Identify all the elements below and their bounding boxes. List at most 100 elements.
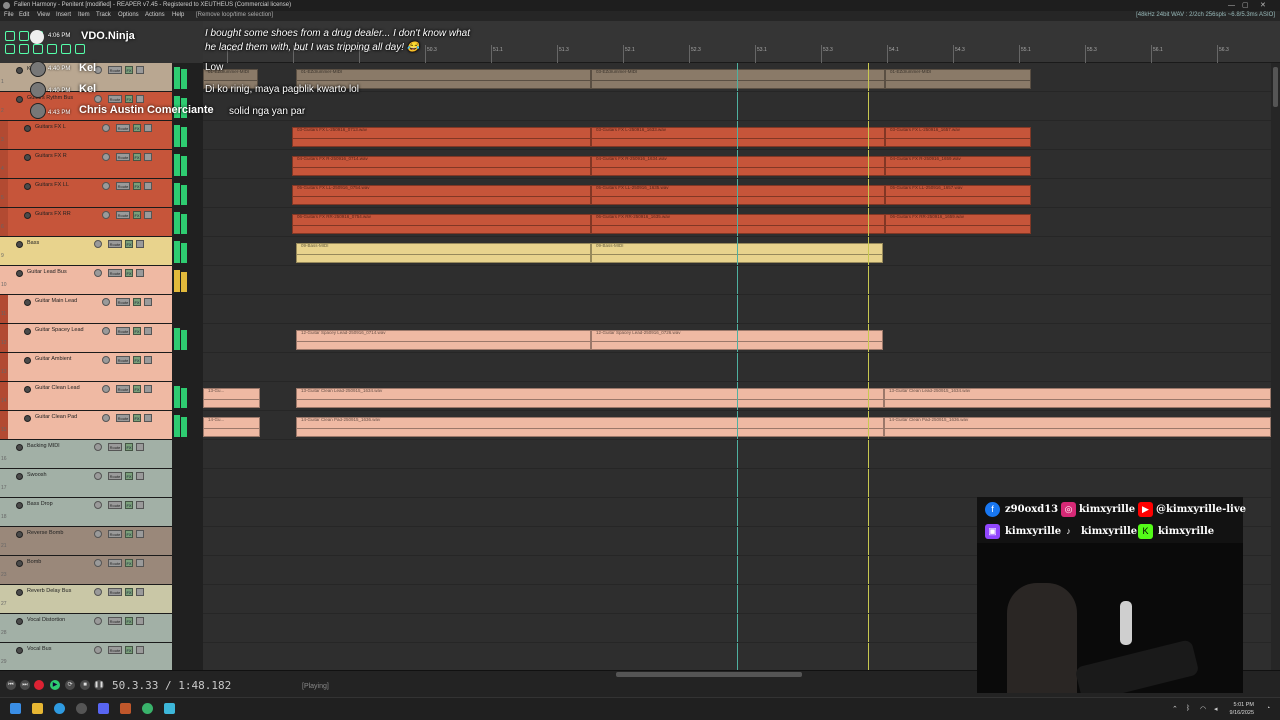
route-button[interactable]: Route <box>108 501 122 509</box>
record-arm-button[interactable] <box>16 502 23 509</box>
envelope-button[interactable] <box>144 124 152 132</box>
volume-knob[interactable] <box>94 530 102 538</box>
record-arm-button[interactable] <box>24 125 31 132</box>
volume-knob[interactable] <box>94 95 102 103</box>
track-lane[interactable] <box>203 266 1271 295</box>
menu-file[interactable]: File <box>4 12 14 18</box>
volume-icon[interactable]: ◂ <box>1214 705 1218 713</box>
volume-knob[interactable] <box>102 211 110 219</box>
route-button[interactable]: Route <box>108 559 122 567</box>
notepad-icon[interactable] <box>164 703 175 714</box>
volume-knob[interactable] <box>94 559 102 567</box>
record-arm-button[interactable] <box>16 270 23 277</box>
track-header[interactable]: 11 Guitar Main Lead Route FX <box>0 295 172 324</box>
volume-knob[interactable] <box>102 327 110 335</box>
fx-button[interactable]: FX <box>133 211 141 219</box>
track-header[interactable]: 29 Vocal Bus Route FX <box>0 643 172 672</box>
vertical-scroll-thumb[interactable] <box>1273 67 1278 107</box>
record-arm-button[interactable] <box>24 212 31 219</box>
route-button[interactable]: Route <box>108 646 122 654</box>
volume-knob[interactable] <box>94 617 102 625</box>
track-lane[interactable] <box>203 469 1271 498</box>
envelope-button[interactable] <box>144 327 152 335</box>
envelope-button[interactable] <box>136 472 144 480</box>
close-button[interactable]: ✕ <box>1260 0 1266 11</box>
track-header[interactable]: 15 Guitar Clean Pad Route FX <box>0 411 172 440</box>
record-arm-button[interactable] <box>24 299 31 306</box>
record-arm-button[interactable] <box>16 241 23 248</box>
track-lane[interactable] <box>203 63 1271 92</box>
route-button[interactable]: Route <box>108 472 122 480</box>
track-name[interactable]: Guitars FX LL <box>35 182 69 188</box>
horizontal-scrollbar[interactable] <box>616 672 802 677</box>
fx-button[interactable]: FX <box>125 269 133 277</box>
track-header[interactable]: 13 Guitar Ambient Route FX <box>0 353 172 382</box>
route-button[interactable]: Route <box>108 530 122 538</box>
fx-button[interactable]: FX <box>125 501 133 509</box>
track-header[interactable]: 27 Reverb Delay Bus Route FX <box>0 585 172 614</box>
fx-button[interactable]: FX <box>125 240 133 248</box>
fx-button[interactable]: FX <box>133 298 141 306</box>
record-arm-button[interactable] <box>16 618 23 625</box>
route-button[interactable]: Route <box>116 356 130 364</box>
track-header[interactable]: 6 Guitars FX RR Route FX <box>0 208 172 237</box>
track-name[interactable]: Guitars FX L <box>35 124 66 130</box>
envelope-button[interactable] <box>144 182 152 190</box>
track-header[interactable]: 10 Guitar Lead Bus Route FX <box>0 266 172 295</box>
volume-knob[interactable] <box>102 153 110 161</box>
track-name[interactable]: Guitars FX RR <box>35 211 71 217</box>
track-lane[interactable] <box>203 353 1271 382</box>
volume-knob[interactable] <box>94 646 102 654</box>
wifi-icon[interactable]: ◠ <box>1200 705 1206 713</box>
record-arm-button[interactable] <box>24 154 31 161</box>
record-arm-button[interactable] <box>16 531 23 538</box>
volume-knob[interactable] <box>94 501 102 509</box>
volume-knob[interactable] <box>102 124 110 132</box>
record-arm-button[interactable] <box>16 473 23 480</box>
track-name[interactable]: Guitar Spacey Lead <box>35 327 84 333</box>
track-lane[interactable] <box>203 382 1271 411</box>
track-name[interactable]: Guitar Lead Bus <box>27 269 67 275</box>
envelope-button[interactable] <box>144 414 152 422</box>
route-button[interactable]: Route <box>108 66 122 74</box>
menu-view[interactable]: View <box>37 12 50 18</box>
fx-button[interactable]: FX <box>125 443 133 451</box>
windows-start-icon[interactable] <box>10 703 21 714</box>
route-button[interactable]: Route <box>116 327 130 335</box>
menu-insert[interactable]: Insert <box>56 12 71 18</box>
track-name[interactable]: Guitar Ambient <box>35 356 71 362</box>
track-lane[interactable] <box>203 179 1271 208</box>
track-name[interactable]: Guitar Clean Pad <box>35 414 77 420</box>
fx-button[interactable]: FX <box>125 646 133 654</box>
envelope-button[interactable] <box>136 617 144 625</box>
track-header[interactable]: 9 Bass Route FX <box>0 237 172 266</box>
volume-knob[interactable] <box>94 269 102 277</box>
notification-bell-icon[interactable]: ◔ <box>1266 705 1270 712</box>
fx-button[interactable]: FX <box>125 95 133 103</box>
record-arm-button[interactable] <box>24 183 31 190</box>
stop-button[interactable]: ■ <box>80 680 90 690</box>
record-arm-button[interactable] <box>16 647 23 654</box>
envelope-button[interactable] <box>136 501 144 509</box>
fx-button[interactable]: FX <box>133 356 141 364</box>
route-button[interactable]: Route <box>116 182 130 190</box>
route-button[interactable]: Route <box>108 240 122 248</box>
route-button[interactable]: Route <box>116 298 130 306</box>
envelope-button[interactable] <box>136 443 144 451</box>
menu-edit[interactable]: Edit <box>19 12 29 18</box>
record-arm-button[interactable] <box>16 67 23 74</box>
fx-button[interactable]: FX <box>133 414 141 422</box>
track-header[interactable]: 5 Guitars FX LL Route FX <box>0 179 172 208</box>
track-header[interactable]: 21 Reverse Bomb Route FX <box>0 527 172 556</box>
fx-button[interactable]: FX <box>125 559 133 567</box>
track-header[interactable]: 4 Guitars FX R Route FX <box>0 150 172 179</box>
envelope-button[interactable] <box>136 269 144 277</box>
menu-help[interactable]: Help <box>172 12 184 18</box>
reaper-taskbar-icon[interactable] <box>120 703 131 714</box>
envelope-button[interactable] <box>136 559 144 567</box>
track-name[interactable]: Backing MIDI <box>27 443 60 449</box>
volume-knob[interactable] <box>94 240 102 248</box>
fx-button[interactable]: FX <box>125 617 133 625</box>
fx-button[interactable]: FX <box>133 153 141 161</box>
volume-knob[interactable] <box>94 588 102 596</box>
